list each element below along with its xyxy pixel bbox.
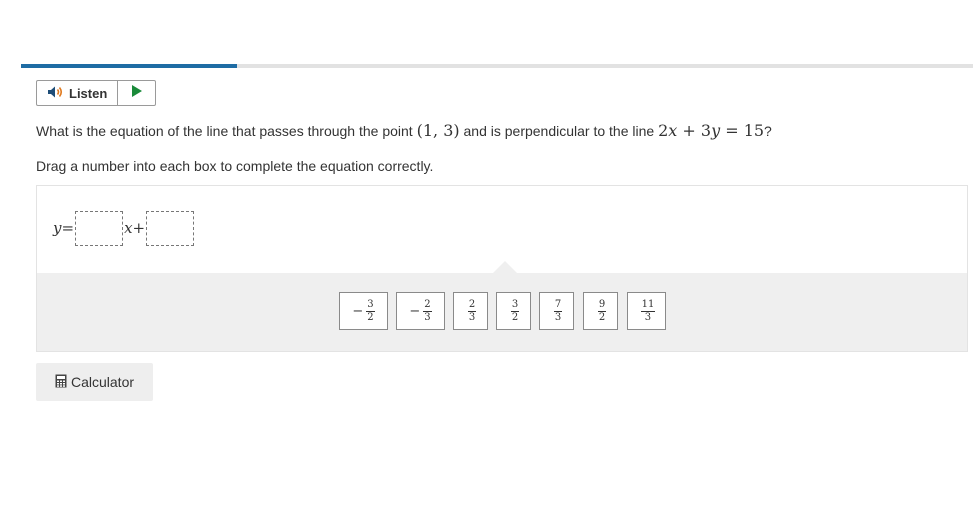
equation-lhs: y: [53, 219, 62, 237]
tile-sign: −: [409, 303, 421, 319]
tile-fraction: 23: [423, 298, 432, 323]
calculator-button[interactable]: Calculator: [36, 363, 153, 401]
drag-drop-area: y = x + − 32 − 23 23 32 7 3 9 2 11 3: [36, 185, 968, 352]
line-eq-plus: +: [677, 121, 701, 140]
calculator-label: Calculator: [70, 374, 135, 390]
slope-drop-box[interactable]: [75, 210, 124, 246]
line-eq-rhs: 15: [743, 121, 765, 140]
equation-equals: =: [61, 219, 75, 237]
tile-2-3[interactable]: 23: [453, 292, 488, 330]
line-eq-coef-2: 3: [700, 121, 712, 140]
calculator-icon: [55, 374, 67, 391]
tile-neg-3-2[interactable]: − 32: [339, 292, 388, 330]
tile-3-2[interactable]: 32: [496, 292, 531, 330]
listen-button[interactable]: Listen: [37, 81, 119, 105]
tile-fraction: 11 3: [640, 298, 656, 323]
equation-x: x: [124, 219, 133, 237]
tray-pointer: [493, 261, 517, 273]
question-suffix: ?: [764, 123, 772, 139]
listen-label: Listen: [69, 85, 108, 101]
question-text: What is the equation of the line that pa…: [36, 121, 772, 140]
tile-neg-2-3[interactable]: − 23: [396, 292, 445, 330]
line-eq-var-1: x: [668, 121, 678, 140]
tile-7-3[interactable]: 73: [539, 292, 574, 330]
line-equation-math: 2x + 3y = 15: [658, 121, 764, 140]
line-eq-equals: =: [720, 121, 744, 140]
line-eq-coef-1: 2: [658, 121, 669, 140]
equation-row: y = x +: [53, 209, 195, 247]
progress-fill: [21, 64, 238, 68]
tile-fraction: 73: [553, 298, 563, 323]
instruction-text: Drag a number into each box to complete …: [36, 158, 434, 174]
equation-plus: +: [132, 219, 146, 237]
intercept-drop-box[interactable]: [146, 210, 195, 246]
play-icon: [131, 84, 143, 103]
play-button[interactable]: [118, 81, 155, 105]
listen-toolbar: Listen: [36, 80, 157, 106]
tile-11-3[interactable]: 11 3: [627, 292, 666, 330]
tile-9-2[interactable]: 92: [583, 292, 618, 330]
point-math: (1, 3): [416, 121, 460, 140]
tile-sign: −: [352, 303, 364, 319]
answer-tray: − 32 − 23 23 32 73 92 11 3: [37, 261, 967, 351]
tile-fraction: 92: [597, 298, 607, 323]
question-prefix: What is the equation of the line that pa…: [36, 123, 417, 139]
tile-fraction: 32: [510, 298, 520, 323]
question-middle: and is perpendicular to the line: [459, 123, 659, 139]
tile-fraction: 32: [366, 298, 375, 323]
speaker-icon: [47, 85, 65, 102]
line-eq-var-2: y: [711, 121, 721, 140]
tile-list: − 32 − 23 23 32 73 92 11 3: [37, 292, 967, 332]
progress-bar: [21, 64, 973, 68]
tile-fraction: 23: [467, 298, 477, 323]
